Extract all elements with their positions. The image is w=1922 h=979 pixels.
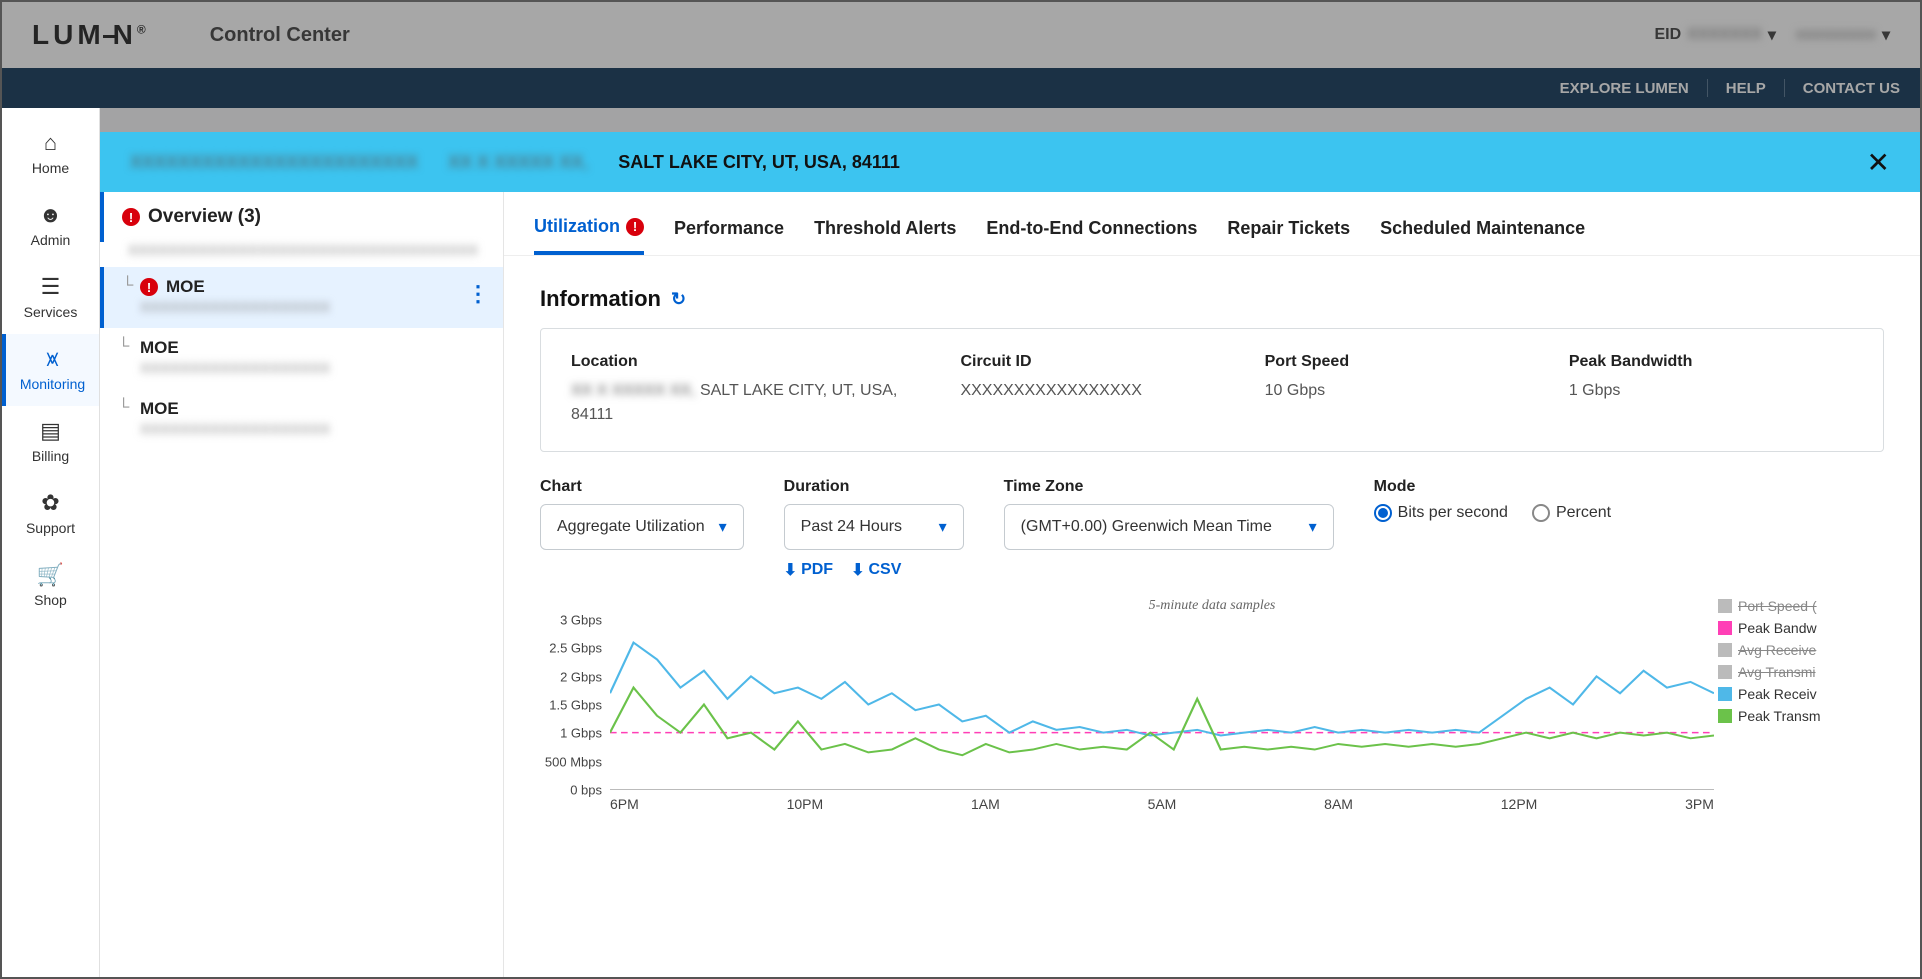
- alert-icon: !: [626, 218, 644, 236]
- legend-swatch: [1718, 621, 1732, 635]
- radio-checked-icon: [1374, 504, 1392, 522]
- overview-panel: ! Overview (3) XXXXXXXXXXXXXXXXXXXXXXXXX…: [100, 192, 504, 977]
- peak-bw-label: Peak Bandwidth: [1569, 353, 1853, 371]
- invoice-icon: ▤: [2, 418, 99, 444]
- rail-billing[interactable]: ▤Billing: [2, 406, 99, 478]
- x-axis: 6PM10PM1AM5AM8AM12PM3PM: [610, 796, 1714, 812]
- top-header: LUMN® Control Center EID XXXXXXX xxxxxxx…: [2, 2, 1920, 68]
- kebab-menu-icon[interactable]: ⋮: [467, 281, 489, 307]
- chart-type-dropdown[interactable]: Aggregate Utilization: [540, 504, 744, 550]
- rail-home[interactable]: ⌂Home: [2, 118, 99, 190]
- radio-unchecked-icon: [1532, 504, 1550, 522]
- y-axis: 3 Gbps2.5 Gbps2 Gbps1.5 Gbps1 Gbps500 Mb…: [540, 620, 606, 790]
- chevron-down-icon: [719, 517, 727, 537]
- chart-controls: Chart Aggregate Utilization Duration Pas…: [540, 478, 1884, 580]
- legend-swatch: [1718, 599, 1732, 613]
- duration-dropdown[interactable]: Past 24 Hours: [784, 504, 964, 550]
- legend-item[interactable]: Peak Transm: [1718, 708, 1868, 724]
- help-link[interactable]: HELP: [1726, 80, 1766, 97]
- legend-item[interactable]: Avg Receive: [1718, 642, 1868, 658]
- product-name: Control Center: [210, 24, 350, 47]
- utilization-chart: 5-minute data samples 3 Gbps2.5 Gbps2 Gb…: [540, 598, 1884, 808]
- tab-scheduled[interactable]: Scheduled Maintenance: [1380, 216, 1585, 255]
- info-heading: Information ↻: [540, 286, 1884, 312]
- location-banner: XXXXXXXXXXXXXXXXXXXXXXXX XX X XXXXX XX, …: [100, 132, 1920, 192]
- chart-title: 5-minute data samples: [540, 598, 1884, 614]
- circuit-label: Circuit ID: [960, 353, 1244, 371]
- home-icon: ⌂: [2, 130, 99, 156]
- close-icon[interactable]: ✕: [1867, 146, 1890, 179]
- chart-legend: Port Speed ( Peak Bandw Avg Receive Avg Tra…: [1718, 598, 1868, 730]
- tab-e2e[interactable]: End-to-End Connections: [986, 216, 1197, 255]
- chevron-down-icon: [939, 517, 947, 537]
- detail-panel: Utilization! Performance Threshold Alert…: [504, 192, 1920, 977]
- overview-header[interactable]: ! Overview (3): [100, 192, 503, 242]
- chevron-down-icon: [1309, 517, 1317, 537]
- rail-admin[interactable]: ☻Admin: [2, 190, 99, 262]
- mode-bps-radio[interactable]: Bits per second: [1374, 504, 1508, 522]
- chevron-down-icon: [1768, 25, 1776, 45]
- download-icon: ⬇: [784, 560, 797, 580]
- gear-icon: ✿: [2, 490, 99, 516]
- location-value: XX X XXXXX XX, SALT LAKE CITY, UT, USA, …: [571, 379, 940, 427]
- peak-bw-value: 1 Gbps: [1569, 379, 1853, 403]
- user-selector[interactable]: xxxxxxxxx: [1796, 25, 1890, 45]
- port-speed-value: 10 Gbps: [1265, 379, 1549, 403]
- download-icon: ⬇: [851, 560, 864, 580]
- tab-utilization[interactable]: Utilization!: [534, 216, 644, 255]
- download-pdf[interactable]: ⬇PDF: [784, 560, 833, 580]
- refresh-icon[interactable]: ↻: [671, 289, 686, 310]
- alert-icon: !: [140, 278, 158, 296]
- explore-link[interactable]: EXPLORE LUMEN: [1560, 80, 1689, 97]
- tree-item-moe-1[interactable]: !MOE XXXXXXXXXXXXXXXXXXX ⋮: [100, 267, 503, 328]
- brand-logo: LUMN®: [32, 19, 150, 51]
- legend-item[interactable]: Peak Receiv: [1718, 686, 1868, 702]
- legend-swatch: [1718, 709, 1732, 723]
- left-rail-nav: ⌂Home ☻Admin ☰Services ⩙Monitoring ▤Bill…: [2, 108, 100, 977]
- legend-swatch: [1718, 643, 1732, 657]
- legend-item[interactable]: Avg Transmi: [1718, 664, 1868, 680]
- tab-repair[interactable]: Repair Tickets: [1227, 216, 1350, 255]
- rail-services[interactable]: ☰Services: [2, 262, 99, 334]
- legend-item[interactable]: Port Speed (: [1718, 598, 1868, 614]
- tree-item-moe-3[interactable]: MOE XXXXXXXXXXXXXXXXXXX: [100, 389, 503, 450]
- legend-swatch: [1718, 665, 1732, 679]
- port-speed-label: Port Speed: [1265, 353, 1549, 371]
- download-csv[interactable]: ⬇CSV: [851, 560, 901, 580]
- plot-area[interactable]: [610, 620, 1714, 790]
- info-box: Location XX X XXXXX XX, SALT LAKE CITY, …: [540, 328, 1884, 452]
- mode-percent-radio[interactable]: Percent: [1532, 504, 1611, 522]
- chevron-down-icon: [1882, 25, 1890, 45]
- list-icon: ☰: [2, 274, 99, 300]
- cart-icon: 🛒: [2, 562, 99, 588]
- tree-item-moe-2[interactable]: MOE XXXXXXXXXXXXXXXXXXX: [100, 328, 503, 389]
- detail-tabs: Utilization! Performance Threshold Alert…: [504, 192, 1920, 256]
- banner-address: SALT LAKE CITY, UT, USA, 84111: [618, 152, 900, 173]
- user-icon: ☻: [2, 202, 99, 228]
- contact-link[interactable]: CONTACT US: [1803, 80, 1900, 97]
- circuit-value: XXXXXXXXXXXXXXXXX: [960, 379, 1244, 403]
- overview-tree: !MOE XXXXXXXXXXXXXXXXXXX ⋮ MOE XXXXXXXXX…: [100, 259, 503, 450]
- global-nav-strip: EXPLORE LUMEN HELP CONTACT US: [2, 68, 1920, 108]
- rail-monitoring[interactable]: ⩙Monitoring: [2, 334, 99, 406]
- pulse-icon: ⩙: [6, 346, 99, 372]
- alert-icon: !: [122, 208, 140, 226]
- legend-item[interactable]: Peak Bandw: [1718, 620, 1868, 636]
- rail-support[interactable]: ✿Support: [2, 478, 99, 550]
- eid-selector[interactable]: EID XXXXXXX: [1654, 25, 1775, 45]
- location-label: Location: [571, 353, 940, 371]
- rail-shop[interactable]: 🛒Shop: [2, 550, 99, 622]
- tab-performance[interactable]: Performance: [674, 216, 784, 255]
- tab-threshold[interactable]: Threshold Alerts: [814, 216, 956, 255]
- timezone-dropdown[interactable]: (GMT+0.00) Greenwich Mean Time: [1004, 504, 1334, 550]
- legend-swatch: [1718, 687, 1732, 701]
